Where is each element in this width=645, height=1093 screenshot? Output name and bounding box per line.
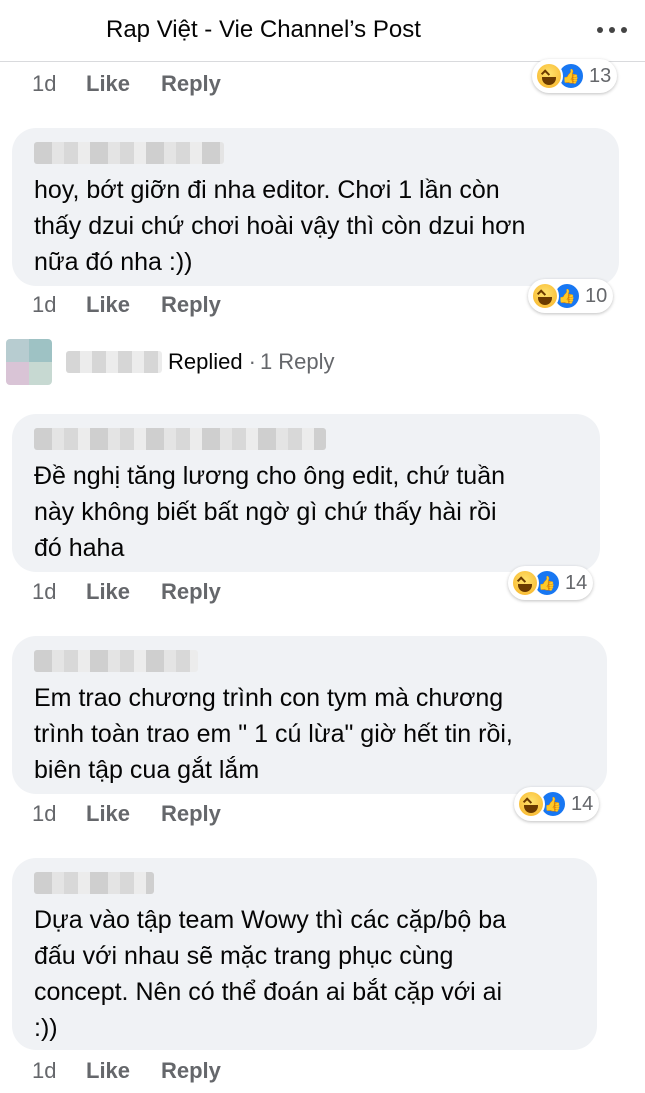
haha-reaction-icon bbox=[511, 569, 539, 597]
reply-button[interactable]: Reply bbox=[161, 1058, 221, 1084]
reply-button[interactable]: Reply bbox=[161, 292, 221, 318]
haha-reaction-icon bbox=[535, 62, 563, 90]
commenter-name[interactable] bbox=[34, 142, 224, 164]
reply-button[interactable]: Reply bbox=[161, 579, 221, 605]
reaction-count: 14 bbox=[571, 792, 594, 815]
comment-time: 1d bbox=[32, 579, 57, 604]
reaction-summary[interactable]: 👍 14 bbox=[508, 566, 594, 600]
replied-label: Replied bbox=[168, 349, 243, 374]
comment-text: hoy, bớt giỡn đi nha editor. Chơi 1 lần … bbox=[34, 176, 526, 276]
reaction-summary[interactable]: 👍 13 bbox=[532, 59, 618, 93]
like-button[interactable]: Like bbox=[86, 1058, 161, 1084]
reply-button[interactable]: Reply bbox=[161, 801, 221, 827]
comment-text: Dựa vào tập team Wowy thì các cặp/bộ ba … bbox=[34, 906, 507, 1042]
comment-bubble: Đề nghị tăng lương cho ông edit, chứ tuầ… bbox=[12, 414, 600, 572]
comment-actions: 1d Like Reply bbox=[32, 577, 221, 607]
like-button[interactable]: Like bbox=[86, 801, 161, 827]
like-button[interactable]: Like bbox=[86, 579, 161, 605]
comment-time: 1d bbox=[32, 71, 57, 96]
like-button[interactable]: Like bbox=[86, 71, 161, 97]
comment-bubble: hoy, bớt giỡn đi nha editor. Chơi 1 lần … bbox=[12, 128, 619, 286]
haha-reaction-icon bbox=[517, 790, 545, 818]
commenter-name[interactable] bbox=[34, 650, 198, 672]
more-horizontal-icon[interactable] bbox=[597, 27, 627, 33]
reaction-count: 13 bbox=[589, 64, 612, 87]
reaction-summary[interactable]: 👍 10 bbox=[528, 279, 614, 313]
comment-actions: 1d Like Reply bbox=[32, 290, 221, 320]
page-title: Rap Việt - Vie Channel’s Post bbox=[106, 16, 421, 43]
reply-count-link[interactable]: 1 Reply bbox=[260, 349, 335, 375]
reaction-summary[interactable]: 👍 14 bbox=[514, 787, 600, 821]
haha-reaction-icon bbox=[531, 282, 559, 310]
post-header: Rap Việt - Vie Channel’s Post bbox=[0, 0, 645, 62]
comment-text: Em trao chương trình con tym mà chương t… bbox=[34, 684, 513, 784]
comment-actions: 1d Like Reply bbox=[32, 1056, 221, 1086]
comment-actions: 1d Like Reply bbox=[32, 69, 221, 99]
comment-time: 1d bbox=[32, 1058, 57, 1083]
reaction-count: 10 bbox=[585, 284, 608, 307]
comment-time: 1d bbox=[32, 292, 57, 317]
comment-bubble: Dựa vào tập team Wowy thì các cặp/bộ ba … bbox=[12, 858, 597, 1050]
comment-text: Đề nghị tăng lương cho ông edit, chứ tuầ… bbox=[34, 462, 506, 562]
reply-button[interactable]: Reply bbox=[161, 71, 221, 97]
separator: · bbox=[248, 349, 256, 374]
commenter-name[interactable] bbox=[34, 428, 326, 450]
comment-bubble: Em trao chương trình con tym mà chương t… bbox=[12, 636, 607, 794]
reaction-count: 14 bbox=[565, 571, 588, 594]
avatar[interactable] bbox=[6, 339, 52, 385]
comment-actions: 1d Like Reply bbox=[32, 799, 221, 829]
replied-row[interactable]: Replied · 1 Reply bbox=[6, 338, 335, 386]
replier-name bbox=[66, 351, 162, 373]
commenter-name[interactable] bbox=[34, 872, 154, 894]
like-button[interactable]: Like bbox=[86, 292, 161, 318]
comment-time: 1d bbox=[32, 801, 57, 826]
